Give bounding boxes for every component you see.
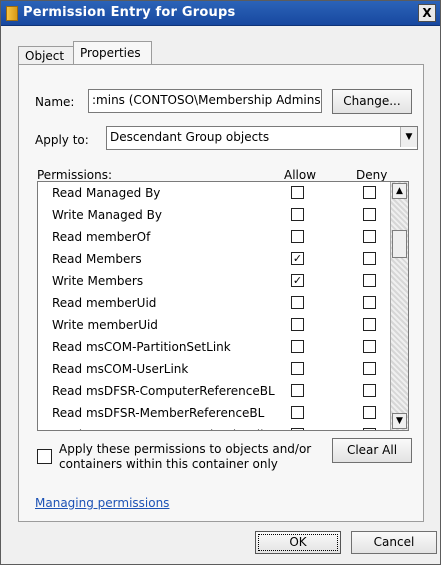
permission-name: Read memberUid bbox=[52, 296, 157, 310]
permission-name: Write memberUid bbox=[52, 318, 158, 332]
deny-checkbox[interactable] bbox=[363, 384, 376, 397]
allow-checkbox[interactable]: ✓ bbox=[291, 252, 304, 265]
permission-name: Read msCOM-UserLink bbox=[52, 362, 189, 376]
vertical-scrollbar[interactable]: ▲ ▼ bbox=[390, 182, 408, 430]
permission-name: Read msCOM-PartitionSetLink bbox=[52, 340, 231, 354]
apply-to-dropdown[interactable]: Descendant Group objects ▼ bbox=[106, 126, 418, 150]
permission-row[interactable]: Read msDFSR-MemberReferenceBL bbox=[38, 402, 383, 424]
apply-container-label: Apply these permissions to objects and/o… bbox=[59, 442, 311, 472]
deny-checkbox[interactable] bbox=[363, 340, 376, 353]
permissions-header: Permissions: bbox=[37, 168, 113, 182]
permission-row[interactable]: Read Managed By bbox=[38, 182, 383, 204]
allow-checkbox[interactable] bbox=[291, 362, 304, 375]
allow-checkbox[interactable] bbox=[291, 296, 304, 309]
apply-container-line-2: containers within this container only bbox=[59, 457, 278, 471]
deny-checkbox[interactable] bbox=[363, 296, 376, 309]
change-button[interactable]: Change... bbox=[332, 89, 412, 114]
managing-permissions-link[interactable]: Managing permissions bbox=[35, 496, 169, 510]
allow-header: Allow bbox=[284, 168, 317, 182]
deny-checkbox[interactable] bbox=[363, 274, 376, 287]
permission-name: Read Managed By bbox=[52, 186, 161, 200]
folder-icon bbox=[6, 6, 18, 21]
permission-entry-dialog: Permission Entry for Groups X Object Pro… bbox=[0, 0, 441, 565]
scroll-down-button[interactable]: ▼ bbox=[392, 413, 407, 429]
deny-checkbox[interactable] bbox=[363, 208, 376, 221]
close-button[interactable]: X bbox=[418, 4, 436, 22]
deny-checkbox[interactable] bbox=[363, 230, 376, 243]
allow-checkbox[interactable] bbox=[291, 340, 304, 353]
permission-row[interactable]: Read Members ✓ bbox=[38, 248, 383, 270]
permission-row[interactable]: Read msCOM-UserLink bbox=[38, 358, 383, 380]
window-title: Permission Entry for Groups bbox=[23, 5, 236, 20]
permission-name: Read msDFSR-MemberReferenceBL bbox=[52, 406, 265, 420]
permissions-list[interactable]: Read Managed By Write Managed By Read memb… bbox=[37, 181, 409, 431]
ok-button[interactable]: OK bbox=[255, 531, 341, 554]
cancel-button[interactable]: Cancel bbox=[351, 531, 437, 554]
permission-row[interactable]: Read msDFSR-ComputerReferenceBL bbox=[38, 380, 383, 402]
permission-name: Read msDFSR-ComputerReferenceBL bbox=[52, 384, 275, 398]
allow-checkbox[interactable] bbox=[291, 384, 304, 397]
deny-checkbox[interactable] bbox=[363, 318, 376, 331]
tab-object[interactable]: Object bbox=[18, 46, 76, 65]
permission-row[interactable]: Read msDS-Approx-Immed-Subordi bbox=[38, 424, 383, 430]
chevron-down-icon[interactable]: ▼ bbox=[400, 127, 417, 147]
permission-row[interactable]: Read memberOf bbox=[38, 226, 383, 248]
deny-checkbox[interactable] bbox=[363, 428, 376, 430]
allow-checkbox[interactable] bbox=[291, 406, 304, 419]
deny-checkbox[interactable] bbox=[363, 252, 376, 265]
allow-checkbox[interactable] bbox=[291, 318, 304, 331]
apply-container-line-1: Apply these permissions to objects and/o… bbox=[59, 442, 312, 456]
apply-to-label: Apply to: bbox=[35, 133, 89, 147]
title-bar[interactable]: Permission Entry for Groups X bbox=[1, 1, 440, 26]
apply-to-value: Descendant Group objects bbox=[110, 130, 270, 144]
tab-properties[interactable]: Properties bbox=[73, 41, 152, 66]
permission-name: Write Members bbox=[52, 274, 144, 288]
permission-name: Write Managed By bbox=[52, 208, 162, 222]
permission-name: Read msDS-Approx-Immed-Subordi bbox=[52, 428, 263, 430]
deny-checkbox[interactable] bbox=[363, 186, 376, 199]
allow-checkbox[interactable] bbox=[291, 186, 304, 199]
permission-name: Read memberOf bbox=[52, 230, 151, 244]
permission-row[interactable]: Write memberUid bbox=[38, 314, 383, 336]
allow-checkbox[interactable]: ✓ bbox=[291, 274, 304, 287]
permission-name: Read Members bbox=[52, 252, 142, 266]
name-field[interactable]: :mins (CONTOSO\Membership Admins) bbox=[88, 89, 322, 113]
permission-row[interactable]: Write Members ✓ bbox=[38, 270, 383, 292]
allow-checkbox[interactable] bbox=[291, 428, 304, 430]
name-label: Name: bbox=[35, 95, 75, 109]
allow-checkbox[interactable] bbox=[291, 208, 304, 221]
permission-row[interactable]: Read msCOM-PartitionSetLink bbox=[38, 336, 383, 358]
scroll-up-button[interactable]: ▲ bbox=[392, 183, 407, 199]
allow-checkbox[interactable] bbox=[291, 230, 304, 243]
permission-row[interactable]: Read memberUid bbox=[38, 292, 383, 314]
clear-all-button[interactable]: Clear All bbox=[332, 438, 412, 463]
apply-container-checkbox[interactable] bbox=[37, 449, 52, 464]
deny-checkbox[interactable] bbox=[363, 362, 376, 375]
permission-row[interactable]: Write Managed By bbox=[38, 204, 383, 226]
scroll-thumb[interactable] bbox=[392, 230, 407, 258]
deny-header: Deny bbox=[356, 168, 388, 182]
deny-checkbox[interactable] bbox=[363, 406, 376, 419]
